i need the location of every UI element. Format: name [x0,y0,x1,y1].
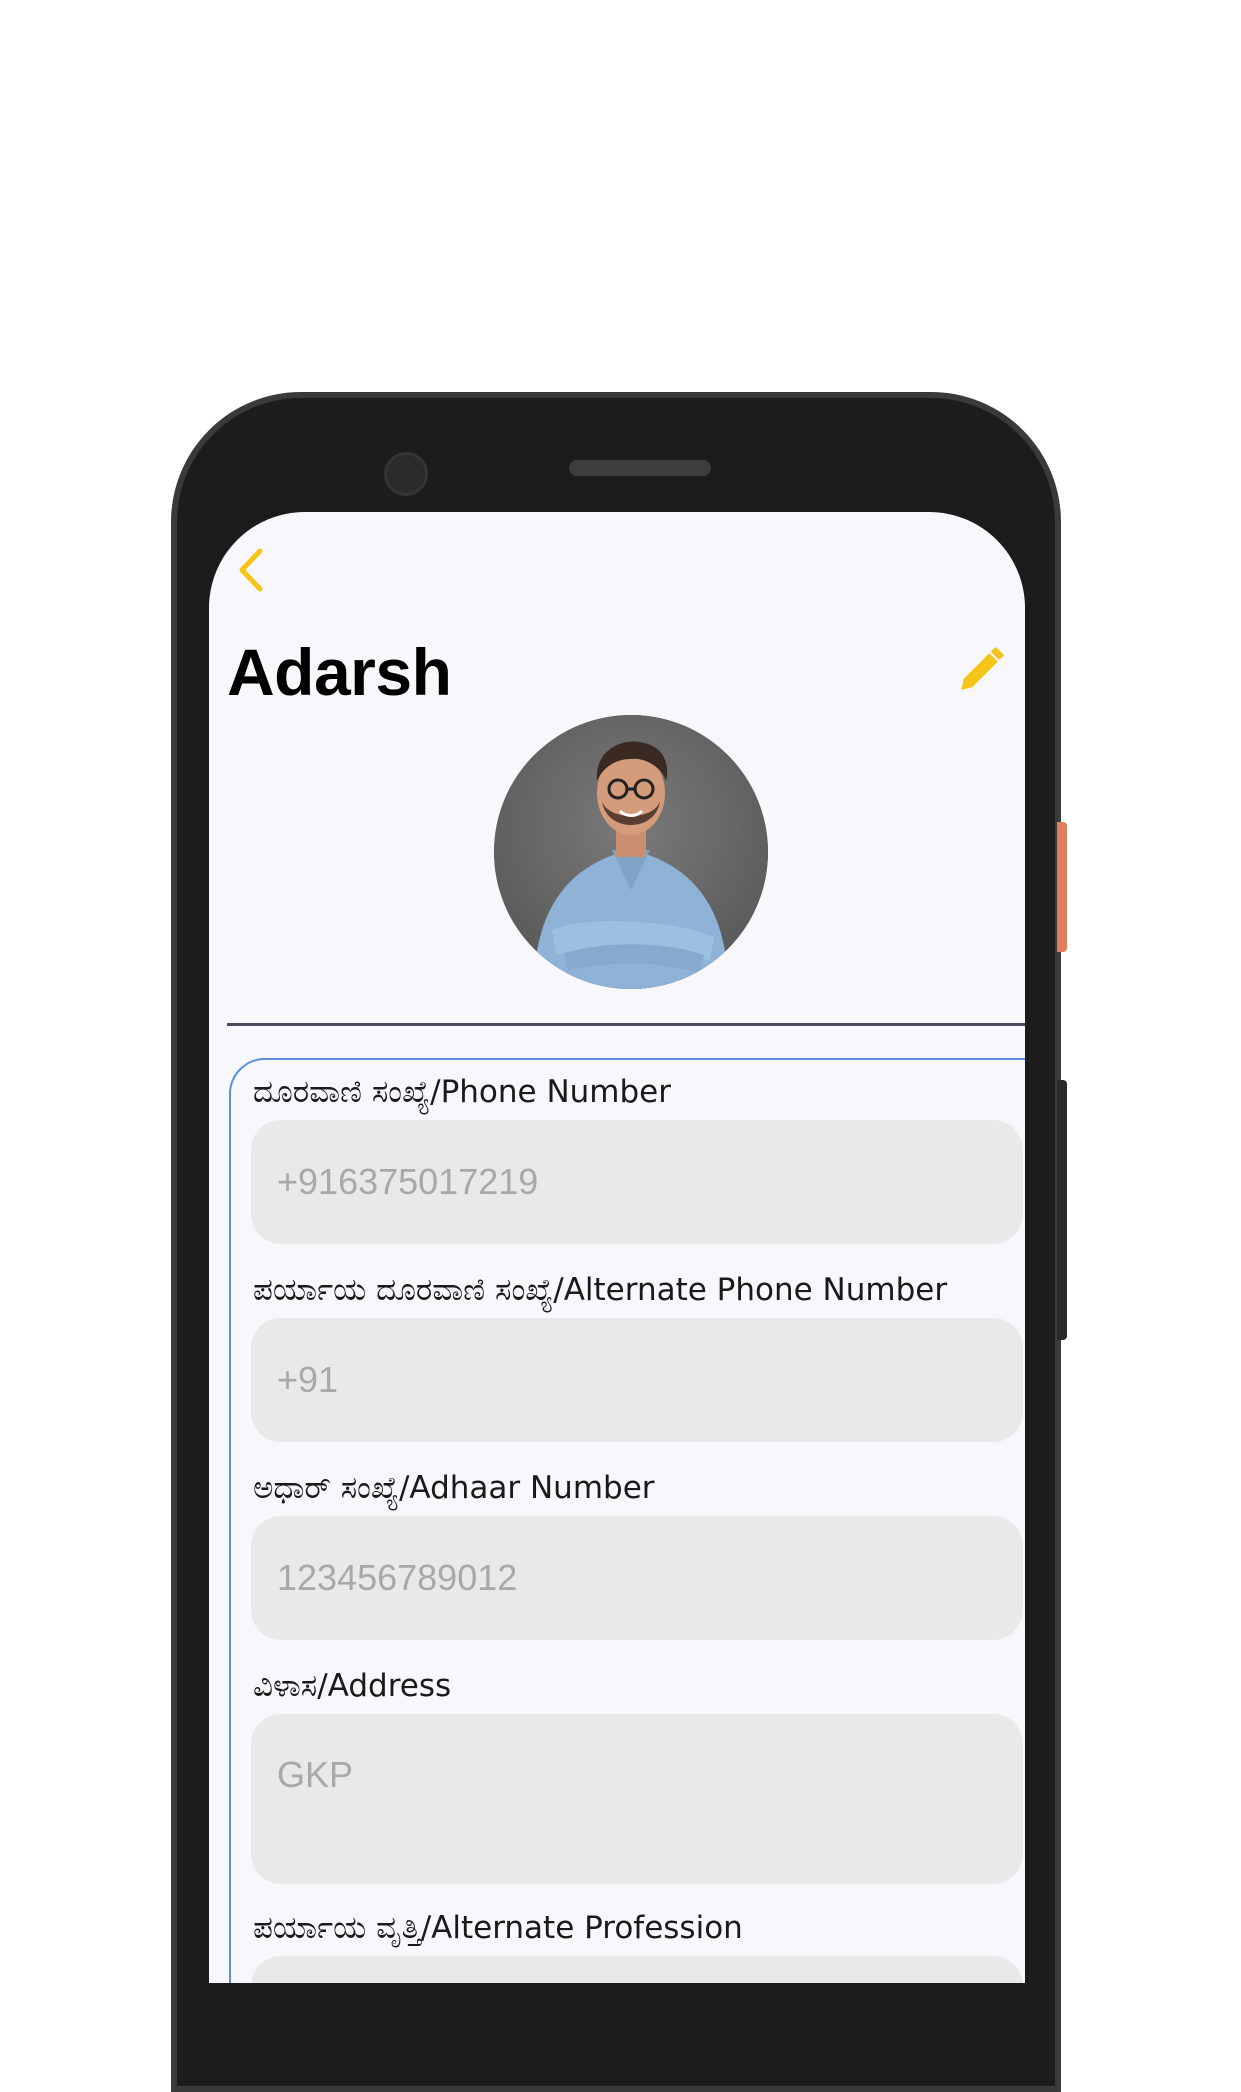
pencil-icon [961,647,1004,690]
adhaar-number-label: ಅಧಾರ್ ಸಂಖ್ಯೆ/Adhaar Number [253,1470,655,1506]
back-button[interactable] [229,542,273,598]
avatar [494,715,768,989]
profile-photo [494,715,768,989]
phone-number-field[interactable]: +916375017219 [251,1120,1023,1244]
power-button [1057,822,1067,952]
volume-button [1057,1080,1067,1340]
profile-name: Adarsh [227,635,452,709]
profile-form: ದೂರವಾಣಿ ಸಂಖ್ಯೆ/Phone Number +91637501721… [229,1058,1025,1983]
earpiece-speaker [569,460,711,476]
adhaar-number-field[interactable]: 123456789012 [251,1516,1023,1640]
address-label: ವಿಳಾಸ/Address [253,1668,452,1704]
alternate-profession-field[interactable] [251,1956,1023,1983]
phone-number-label: ದೂರವಾಣಿ ಸಂಖ್ಯೆ/Phone Number [253,1074,671,1110]
edit-button[interactable] [955,640,1011,696]
alternate-phone-number-label: ಪರ್ಯಾಯ ದೂರವಾಣಿ ಸಂಖ್ಯೆ/Alternate Phone Nu… [253,1272,948,1308]
header-divider [227,1023,1025,1026]
front-camera [384,452,428,496]
alternate-phone-number-field[interactable]: +91 [251,1318,1023,1442]
alternate-profession-label: ಪರ್ಯಾಯ ವೃತ್ತಿ/Alternate Profession [253,1910,743,1946]
address-field[interactable]: GKP [251,1714,1023,1884]
app-screen: Adarsh ದೂರವಾಣಿ ಸಂಖ್ಯೆ/Phone Number +9163… [209,512,1025,1983]
chevron-left-icon [239,548,263,592]
